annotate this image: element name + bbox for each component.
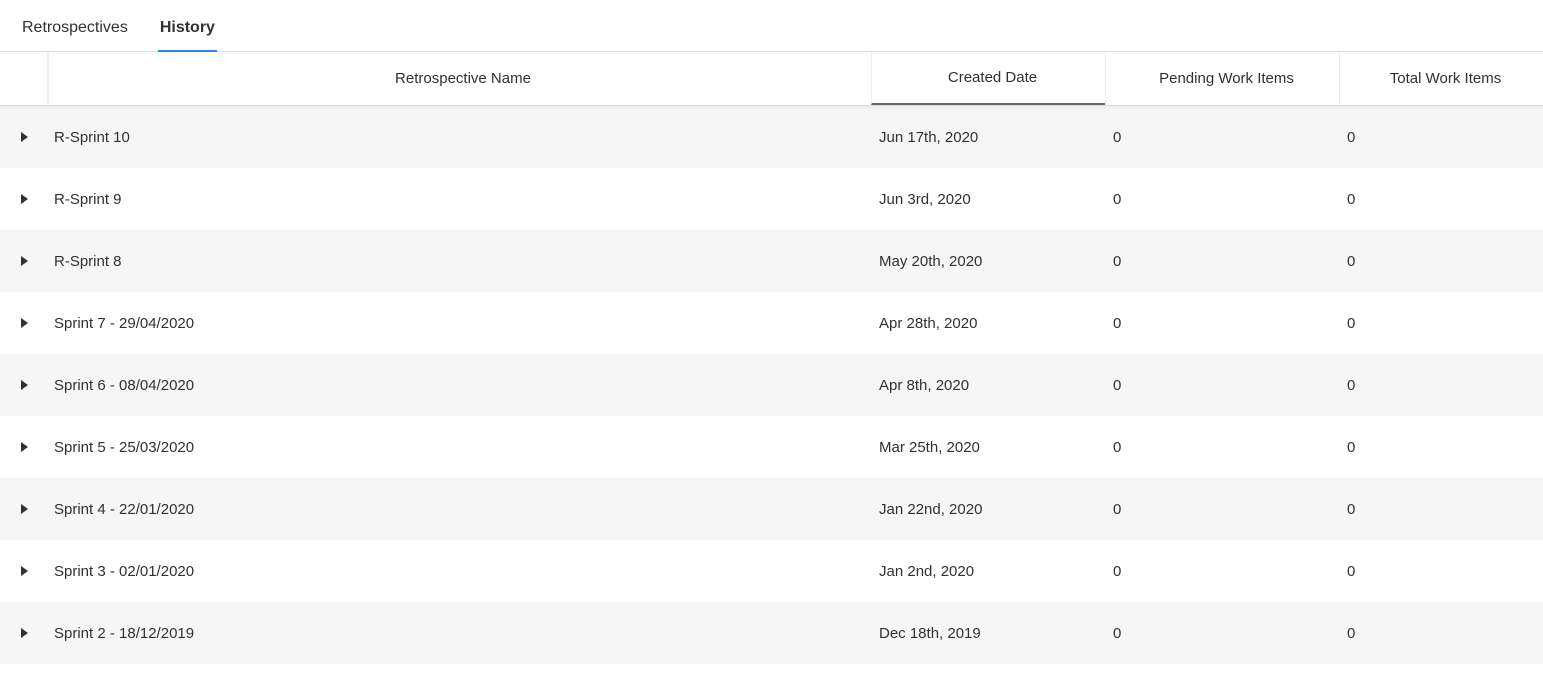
cell-name: R-Sprint 8: [48, 230, 871, 292]
column-name[interactable]: Retrospective Name: [48, 52, 871, 105]
expand-toggle[interactable]: [0, 602, 48, 664]
table-row[interactable]: R-Sprint 9Jun 3rd, 202000: [0, 168, 1543, 230]
cell-pending: 0: [1105, 230, 1339, 292]
cell-name: Sprint 5 - 25/03/2020: [48, 416, 871, 478]
cell-created-date: Apr 8th, 2020: [871, 354, 1105, 416]
expand-toggle[interactable]: [0, 106, 48, 168]
cell-created-date: Dec 18th, 2019: [871, 602, 1105, 664]
table-row[interactable]: Sprint 7 - 29/04/2020Apr 28th, 202000: [0, 292, 1543, 354]
expand-toggle[interactable]: [0, 416, 48, 478]
table-body: R-Sprint 10Jun 17th, 202000R-Sprint 9Jun…: [0, 106, 1543, 664]
caret-right-icon: [21, 194, 28, 204]
caret-right-icon: [21, 628, 28, 638]
cell-total: 0: [1339, 354, 1543, 416]
caret-right-icon: [21, 132, 28, 142]
cell-pending: 0: [1105, 354, 1339, 416]
cell-total: 0: [1339, 168, 1543, 230]
cell-total: 0: [1339, 230, 1543, 292]
table-row[interactable]: R-Sprint 8May 20th, 202000: [0, 230, 1543, 292]
cell-total: 0: [1339, 106, 1543, 168]
cell-created-date: Jun 17th, 2020: [871, 106, 1105, 168]
cell-pending: 0: [1105, 478, 1339, 540]
cell-pending: 0: [1105, 416, 1339, 478]
cell-pending: 0: [1105, 602, 1339, 664]
cell-created-date: Jun 3rd, 2020: [871, 168, 1105, 230]
cell-name: Sprint 3 - 02/01/2020: [48, 540, 871, 602]
cell-name: Sprint 2 - 18/12/2019: [48, 602, 871, 664]
table-row[interactable]: Sprint 4 - 22/01/2020Jan 22nd, 202000: [0, 478, 1543, 540]
caret-right-icon: [21, 318, 28, 328]
cell-total: 0: [1339, 540, 1543, 602]
column-created-date[interactable]: Created Date: [871, 52, 1105, 105]
expand-toggle[interactable]: [0, 540, 48, 602]
cell-name: Sprint 4 - 22/01/2020: [48, 478, 871, 540]
table-header: Retrospective Name Created Date Pending …: [0, 52, 1543, 106]
cell-created-date: Mar 25th, 2020: [871, 416, 1105, 478]
caret-right-icon: [21, 442, 28, 452]
expand-toggle[interactable]: [0, 230, 48, 292]
caret-right-icon: [21, 380, 28, 390]
table-row[interactable]: Sprint 2 - 18/12/2019Dec 18th, 201900: [0, 602, 1543, 664]
column-total-work-items[interactable]: Total Work Items: [1339, 52, 1543, 105]
cell-total: 0: [1339, 602, 1543, 664]
cell-total: 0: [1339, 416, 1543, 478]
tab-bar: Retrospectives History: [0, 0, 1543, 52]
cell-name: Sprint 7 - 29/04/2020: [48, 292, 871, 354]
tab-retrospectives[interactable]: Retrospectives: [20, 5, 130, 51]
table-row[interactable]: Sprint 5 - 25/03/2020Mar 25th, 202000: [0, 416, 1543, 478]
expand-toggle[interactable]: [0, 354, 48, 416]
cell-created-date: Apr 28th, 2020: [871, 292, 1105, 354]
expand-toggle[interactable]: [0, 478, 48, 540]
table-row[interactable]: R-Sprint 10Jun 17th, 202000: [0, 106, 1543, 168]
cell-pending: 0: [1105, 292, 1339, 354]
table-row[interactable]: Sprint 3 - 02/01/2020Jan 2nd, 202000: [0, 540, 1543, 602]
cell-total: 0: [1339, 292, 1543, 354]
cell-name: R-Sprint 9: [48, 168, 871, 230]
caret-right-icon: [21, 256, 28, 266]
cell-created-date: Jan 22nd, 2020: [871, 478, 1105, 540]
expand-toggle[interactable]: [0, 168, 48, 230]
cell-pending: 0: [1105, 540, 1339, 602]
cell-pending: 0: [1105, 106, 1339, 168]
caret-right-icon: [21, 504, 28, 514]
caret-right-icon: [21, 566, 28, 576]
cell-name: Sprint 6 - 08/04/2020: [48, 354, 871, 416]
cell-created-date: Jan 2nd, 2020: [871, 540, 1105, 602]
expand-toggle[interactable]: [0, 292, 48, 354]
tab-history[interactable]: History: [158, 5, 217, 51]
column-expand: [0, 52, 48, 105]
cell-pending: 0: [1105, 168, 1339, 230]
cell-name: R-Sprint 10: [48, 106, 871, 168]
cell-total: 0: [1339, 478, 1543, 540]
column-pending-work-items[interactable]: Pending Work Items: [1105, 52, 1339, 105]
history-table: Retrospective Name Created Date Pending …: [0, 52, 1543, 664]
cell-created-date: May 20th, 2020: [871, 230, 1105, 292]
table-row[interactable]: Sprint 6 - 08/04/2020Apr 8th, 202000: [0, 354, 1543, 416]
